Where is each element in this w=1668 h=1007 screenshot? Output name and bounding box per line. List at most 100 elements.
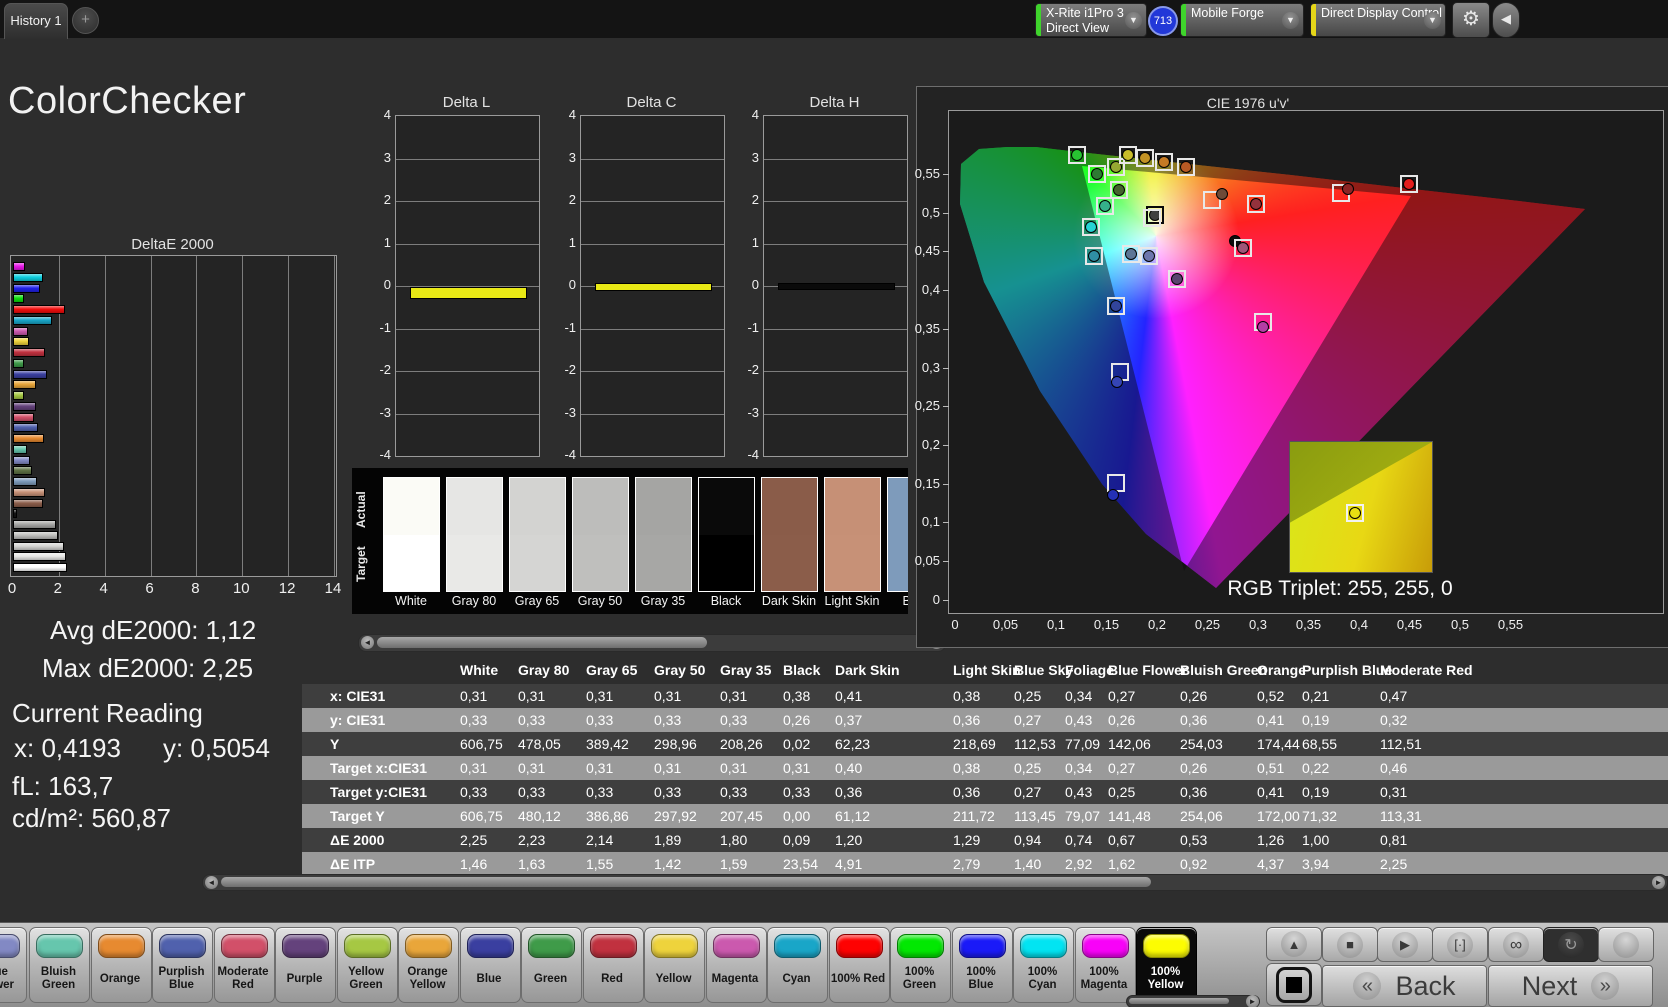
patch-button-100-cyan[interactable]: 100% Cyan [1013, 927, 1074, 1003]
tick-mark [943, 174, 949, 175]
loop-button[interactable]: ↻ [1543, 927, 1599, 962]
patch-button-orange-yellow[interactable]: Orange Yellow [398, 927, 459, 1003]
patch-color-swatch [343, 934, 391, 958]
patch-button-blue-flower[interactable]: Blue Flower [0, 927, 27, 1003]
table-cell: 1,40 [1014, 856, 1042, 872]
patch-color-swatch [712, 934, 760, 958]
tick-mark [943, 522, 949, 523]
swatch-label: White [395, 594, 427, 608]
table-cell: 0,31 [720, 760, 748, 776]
patch-button-orange[interactable]: Orange [90, 927, 152, 1003]
scroll-right-icon[interactable]: ► [1246, 995, 1259, 1007]
cie-y-tick: 0,35 [914, 320, 940, 336]
stop-button[interactable]: ■ [1322, 927, 1378, 962]
deltae-chart-title: DeltaE 2000 [131, 236, 214, 253]
patch-list-scrollbar[interactable]: ► [1126, 995, 1260, 1007]
back-button-label: Back [1395, 970, 1456, 1001]
swatch-scrollbar-thumb[interactable] [377, 637, 707, 648]
swatch-black [698, 477, 755, 592]
cie-y-tick: 0,45 [914, 243, 940, 259]
scroll-left-icon[interactable]: ◄ [205, 876, 218, 889]
gear-icon[interactable]: ⚙ [1452, 2, 1490, 38]
gridline [581, 201, 724, 202]
patch-button-blue[interactable]: Blue [459, 927, 521, 1003]
patch-button-cyan[interactable]: Cyan [767, 927, 828, 1003]
add-tab-button[interactable]: + [72, 7, 99, 34]
table-cell: 0,27 [1108, 760, 1136, 776]
axis-tick-label: -3 [564, 404, 576, 420]
patch-scrollbar-thumb[interactable] [1129, 998, 1229, 1004]
collapse-panel-icon[interactable]: ◀ [1492, 2, 1520, 38]
swatch-target [510, 534, 565, 591]
table-cell: 0,26 [1180, 760, 1208, 776]
tab-history-1[interactable]: History 1 [4, 3, 68, 39]
table-cell: 0,38 [953, 760, 981, 776]
patch-button-100-yellow[interactable]: 100% Yellow [1136, 927, 1197, 1003]
table-row: ΔE ITP 1,46 1,63 1,55 1,42 1,59 23,54 4,91 2,79 1… [302, 852, 1668, 876]
delta_l-title: Delta L [442, 94, 491, 111]
chevron-down-icon[interactable]: ▼ [1282, 12, 1299, 29]
gridline [764, 201, 907, 202]
record-button[interactable] [1598, 927, 1654, 962]
cie-measured-marker [1257, 320, 1270, 333]
scroll-left-icon[interactable]: ◄ [361, 636, 374, 649]
patch-button-moderate-red[interactable]: Moderate Red [213, 927, 275, 1003]
chevron-down-icon[interactable]: ▼ [1424, 12, 1441, 29]
swatch-scrollbar[interactable]: ◄ ► [358, 634, 946, 652]
table-cell: 211,72 [953, 808, 995, 824]
axis-tick-label: 0 [568, 277, 576, 292]
de-bar-gray-65 [13, 541, 64, 551]
patch-button-100-green[interactable]: 100% Green [890, 927, 951, 1003]
stop-pattern-button[interactable] [1266, 963, 1322, 1006]
table-scrollbar-thumb[interactable] [221, 877, 1151, 887]
patch-button-100-blue[interactable]: 100% Blue [951, 927, 1013, 1003]
meter-dropdown-display-control[interactable]: Direct Display Control ▼ [1310, 3, 1446, 37]
patch-button-label: 100% Red [830, 972, 886, 985]
row-label: Target y:CIE31 [330, 784, 427, 800]
back-button[interactable]: « Back [1322, 965, 1487, 1007]
play-button[interactable]: ▶ [1377, 927, 1433, 962]
patch-button-red[interactable]: Red [582, 927, 644, 1003]
gridline [396, 329, 539, 330]
meter-dropdown-mobile-forge[interactable]: Mobile Forge ▼ [1180, 3, 1304, 37]
delta_l-chart [395, 115, 540, 457]
table-cell: 0,26 [1108, 712, 1136, 728]
table-cell: 0,41 [1257, 712, 1285, 728]
table-scrollbar[interactable]: ◄ ► [202, 874, 1668, 891]
table-cell: 0,53 [1180, 832, 1208, 848]
de-bar-100-cyan [13, 272, 43, 282]
table-cell: 1,20 [835, 832, 863, 848]
pattern-size-button[interactable]: [·] [1432, 927, 1488, 962]
table-cell: 1,29 [953, 832, 981, 848]
table-row: ΔE 2000 2,25 2,23 2,14 1,89 1,80 0,09 1,20 1,29 0… [302, 828, 1668, 852]
patch-button-purplish-blue[interactable]: Purplish Blue [152, 927, 213, 1003]
table-cell: 0,00 [783, 808, 811, 824]
patch-button-purple[interactable]: Purple [275, 927, 336, 1003]
table-cell: 0,02 [783, 736, 811, 752]
patch-button-100-red[interactable]: 100% Red [828, 927, 890, 1003]
patch-button-green[interactable]: Green [521, 927, 582, 1003]
table-cell: 112,51 [1380, 736, 1422, 752]
patch-button-yellow[interactable]: Yellow [644, 927, 705, 1003]
axis-tick-label: -1 [379, 319, 391, 335]
patch-button-bluish-green[interactable]: Bluish Green [29, 927, 90, 1003]
table-cell: 0,36 [835, 784, 863, 800]
patch-button-label: Magenta [711, 972, 759, 985]
scroll-right-icon[interactable]: ► [1652, 876, 1665, 889]
table-cell: 71,32 [1302, 808, 1338, 824]
next-button[interactable]: Next » [1488, 965, 1653, 1007]
de-bar-black [13, 509, 17, 519]
infinity-button[interactable]: ∞ [1488, 927, 1544, 962]
axis-tick-label: 10 [232, 580, 250, 597]
patch-list-up-button[interactable]: ▲ [1266, 927, 1322, 961]
table-cell: 2,92 [1065, 856, 1093, 872]
gridline [105, 256, 106, 576]
chevron-down-icon[interactable]: ▼ [1125, 12, 1142, 29]
patch-button-yellow-green[interactable]: Yellow Green [336, 927, 398, 1003]
patch-color-swatch [0, 934, 20, 958]
patch-button-100-magenta[interactable]: 100% Magenta [1074, 927, 1136, 1003]
meter-dropdown-i1pro[interactable]: X-Rite i1Pro 3 Direct View ▼ [1035, 3, 1147, 37]
de-bar-cyan [13, 315, 52, 325]
patch-button-label: Orange [99, 972, 141, 985]
patch-button-magenta[interactable]: Magenta [705, 927, 767, 1003]
